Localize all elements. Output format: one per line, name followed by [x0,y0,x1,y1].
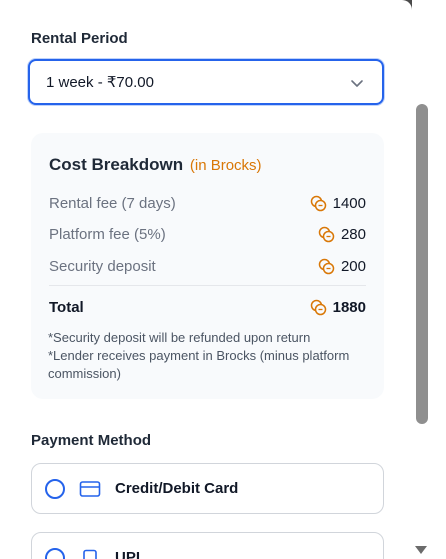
rental-period-select[interactable]: 1 week - ₹70.00 [28,59,384,105]
platform-fee-amount: 280 [318,226,366,243]
rental-fee-value: 1400 [332,194,366,212]
security-deposit-label: Security deposit [49,257,156,275]
total-label: Total [49,298,84,316]
payment-method-label: Payment Method [31,432,152,449]
security-deposit-value: 200 [340,257,366,275]
platform-fee-label: Platform fee (5%) [49,225,166,243]
brock-coin-icon [318,226,335,242]
radio-card[interactable] [45,478,65,499]
rental-period-value: 1 week - ₹70.00 [46,74,154,91]
breakdown-notes: *Security deposit will be refunded upon … [48,329,368,383]
brock-coin-icon [310,195,326,211]
total-amount: 1880 [310,299,366,316]
payment-option-upi-label: UPI [115,549,141,559]
rental-fee-amount: 1400 [310,195,366,212]
cost-breakdown-heading: Cost Breakdown [49,155,184,174]
payment-option-upi[interactable]: UPI [31,532,384,559]
scrollbar-thumb[interactable] [416,104,428,424]
currency-unit-label: (in Brocks) [189,157,262,174]
total-value: 1880 [332,298,366,316]
platform-fee-value: 280 [340,225,366,243]
rental-fee-label: Rental fee (7 days) [49,194,176,212]
radio-upi[interactable] [45,547,65,559]
breakdown-divider [49,285,366,286]
brock-coin-icon [310,299,326,315]
credit-card-icon [79,480,101,497]
total-row: Total 1880 [49,296,366,318]
payment-option-card[interactable]: Credit/Debit Card [31,463,384,514]
phone-icon [83,549,97,559]
platform-fee-row: Platform fee (5%) 280 [49,223,366,245]
cost-breakdown-title: Cost Breakdown (in Brocks) [49,155,262,175]
rental-period-label: Rental Period [31,30,128,47]
brock-coin-icon [318,258,335,274]
chevron-down-icon [351,80,363,87]
scroll-down-arrow-icon[interactable] [414,545,428,555]
deposit-refund-note: *Security deposit will be refunded upon … [48,330,311,345]
cost-breakdown-card: Cost Breakdown (in Brocks) Rental fee (7… [31,133,384,399]
rental-fee-row: Rental fee (7 days) 1400 [49,192,366,214]
payment-option-card-label: Credit/Debit Card [115,480,239,497]
lender-payment-note: *Lender receives payment in Brocks (minu… [48,348,350,381]
security-deposit-amount: 200 [318,258,366,275]
rental-modal: Rental Period 1 week - ₹70.00 Cost Break… [0,0,412,559]
security-deposit-row: Security deposit 200 [49,255,366,277]
